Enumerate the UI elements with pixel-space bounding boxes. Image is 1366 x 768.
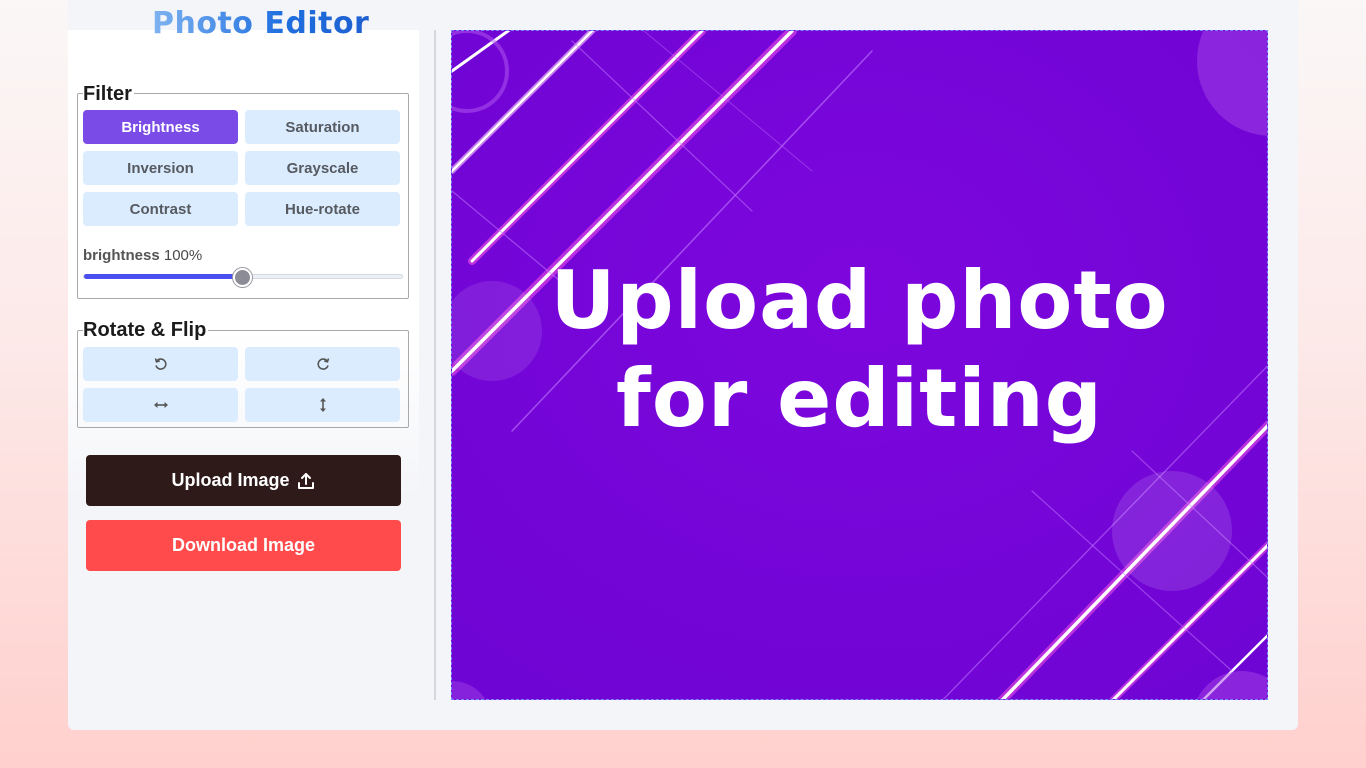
brightness-button[interactable]: Brightness	[83, 110, 238, 144]
filter-legend: Filter	[83, 83, 134, 105]
slider-info: brightness 100%	[83, 247, 202, 264]
panel-divider	[434, 30, 436, 700]
rotate-right-icon	[316, 358, 329, 370]
flip-horizontal-icon	[153, 402, 168, 408]
image-preview: Upload photo for editing	[451, 30, 1268, 700]
grayscale-button[interactable]: Grayscale	[245, 151, 400, 185]
preview-text-line-1: Upload photo	[550, 254, 1169, 347]
contrast-button[interactable]: Contrast	[83, 192, 238, 226]
inversion-button[interactable]: Inversion	[83, 151, 238, 185]
brightness-slider-fill	[84, 274, 244, 279]
flip-vertical-icon	[319, 398, 326, 412]
rotate-left-button[interactable]	[83, 347, 238, 381]
rotate-left-icon	[154, 358, 167, 370]
download-label: Download Image	[171, 535, 315, 555]
saturation-button[interactable]: Saturation	[245, 110, 400, 144]
rotate-right-button[interactable]	[245, 347, 400, 381]
slider-name: brightness	[83, 247, 160, 264]
upload-icon	[297, 472, 314, 489]
flip-horizontal-button[interactable]	[83, 388, 238, 422]
flip-vertical-button[interactable]	[245, 388, 400, 422]
rotate-flip-legend: Rotate & Flip	[83, 319, 209, 341]
slider-value: 100%	[163, 247, 203, 264]
upload-image-button[interactable]: Upload Image	[86, 455, 401, 506]
download-image-button[interactable]: Download Image	[86, 520, 401, 571]
app-title: Photo Editor	[152, 6, 370, 41]
preview-text-line-2: for editing	[616, 352, 1103, 445]
upload-label: Upload Image	[171, 470, 290, 490]
brightness-slider-thumb[interactable]	[233, 268, 252, 287]
hue-rotate-button[interactable]: Hue-rotate	[245, 192, 400, 226]
